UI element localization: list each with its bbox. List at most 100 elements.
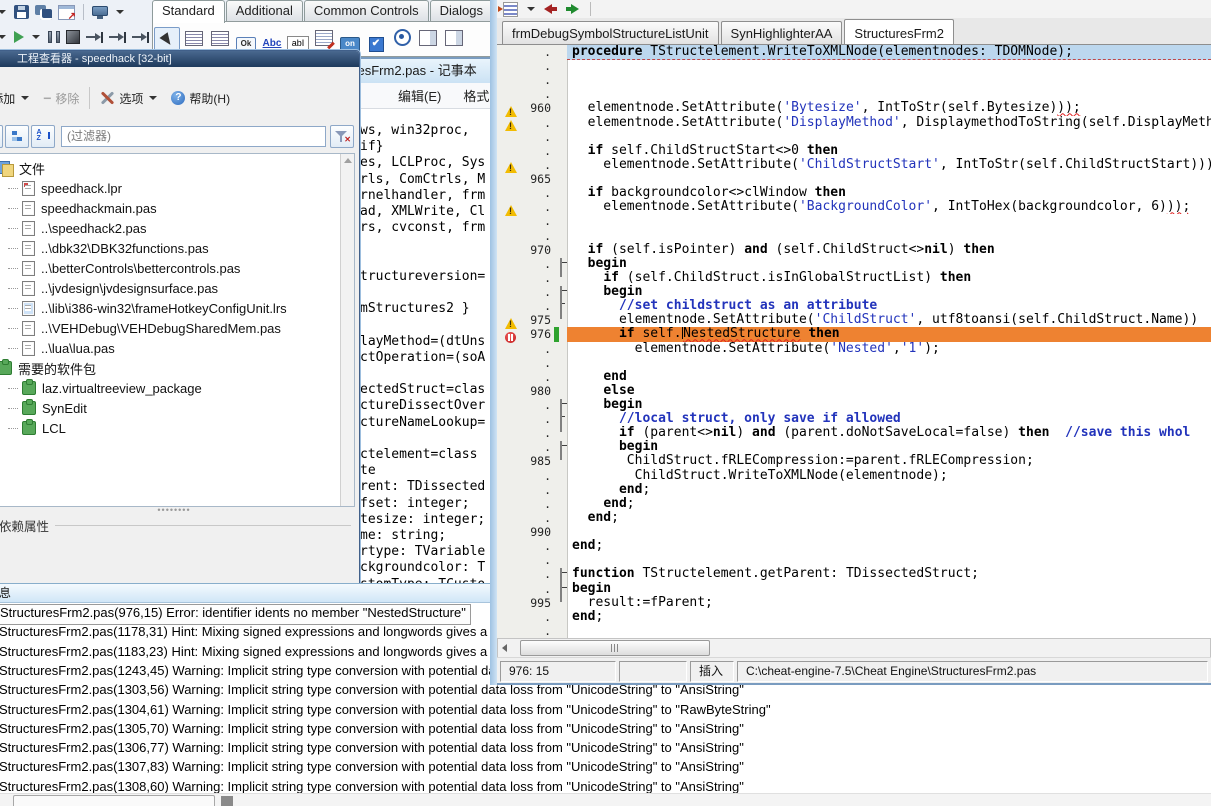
tree-item[interactable]: speedhackmain.pas (8, 198, 157, 218)
step-over-icon[interactable] (86, 31, 103, 44)
code-line-964[interactable]: . elementnode.SetAttribute('ChildStructS… (497, 158, 1211, 172)
palette-tab-dialogs[interactable]: Dialogs (430, 0, 493, 21)
tree-item[interactable]: ..\dbk32\DBK32functions.pas (8, 238, 209, 258)
code-line-990[interactable]: 990 (497, 525, 1211, 539)
chevron-down-icon[interactable] (527, 7, 535, 11)
code-line-986[interactable]: . ChildStruct.WriteToXMLNode(elementnode… (497, 469, 1211, 483)
tree-item[interactable]: ..\betterControls\bettercontrols.pas (8, 258, 240, 278)
code-line-963[interactable]: . if self.ChildStructStart<>0 then (497, 144, 1211, 158)
add-button[interactable]: + 添加 (0, 86, 37, 111)
code-line-995[interactable]: 995 result:=fParent; (497, 596, 1211, 610)
code-line-958[interactable]: . (497, 73, 1211, 87)
code-line-981[interactable]: . begin (497, 398, 1211, 412)
palette-component-memo[interactable] (312, 26, 336, 50)
tree-item[interactable]: ..\lua\lua.pas (8, 338, 115, 358)
tree-item[interactable]: ..\lib\i386-win32\frameHotkeyConfigUnit.… (8, 298, 287, 318)
tree-item[interactable]: SynEdit (8, 398, 87, 418)
code-line-997[interactable]: . (497, 624, 1211, 638)
code-line-969[interactable]: . (497, 229, 1211, 243)
code-line-996[interactable]: .end; (497, 610, 1211, 624)
code-line-991[interactable]: .end; (497, 539, 1211, 553)
message-row[interactable]: StructuresFrm2.pas(1306,77) Warning: Imp… (0, 739, 748, 759)
tree-item[interactable]: speedhack.lpr (8, 178, 122, 198)
code-line-987[interactable]: . end; (497, 483, 1211, 497)
editor-tab-SynHighlighterAA[interactable]: SynHighlighterAA (721, 21, 843, 44)
editor-horizontal-scrollbar[interactable] (497, 638, 1211, 658)
palette-tab-common-controls[interactable]: Common Controls (304, 0, 429, 21)
tree-item[interactable]: ..\speedhack2.pas (8, 218, 147, 238)
messages-horizontal-scrollbar[interactable] (0, 793, 1211, 806)
message-row[interactable]: StructuresFrm2.pas(1243,45) Warning: Imp… (0, 662, 500, 682)
code-editor-area[interactable]: .procedure TStructelement.WriteToXMLNode… (497, 45, 1211, 638)
code-line-971[interactable]: . begin (497, 257, 1211, 271)
code-line-957[interactable]: . (497, 59, 1211, 73)
tree-item[interactable]: laz.virtualtreeview_package (8, 378, 202, 398)
pause-icon[interactable] (48, 31, 60, 43)
code-line-994[interactable]: .begin (497, 582, 1211, 596)
sort-button[interactable]: AZ (31, 125, 55, 148)
code-line-974[interactable]: . //set childstruct as an attribute (497, 299, 1211, 313)
code-line-973[interactable]: . begin (497, 285, 1211, 299)
tree-item[interactable]: LCL (8, 418, 66, 438)
message-row[interactable]: StructuresFrm2.pas(1305,70) Warning: Imp… (0, 720, 748, 740)
palette-tab-additional[interactable]: Additional (226, 0, 303, 21)
jump-back-icon[interactable] (544, 3, 558, 15)
scrollbar-thumb[interactable] (13, 795, 215, 806)
code-line-984[interactable]: . begin (497, 440, 1211, 454)
code-line-956[interactable]: .procedure TStructelement.WriteToXMLNode… (497, 45, 1211, 59)
help-button[interactable]: ? 帮助(H) (165, 86, 236, 111)
palette-component-listbox[interactable] (416, 26, 440, 50)
code-line-962[interactable]: . (497, 130, 1211, 144)
message-row[interactable]: StructuresFrm2.pas(1307,83) Warning: Imp… (0, 758, 748, 778)
code-line-970[interactable]: 970 if (self.isPointer) and (self.ChildS… (497, 243, 1211, 257)
code-line-989[interactable]: . end; (497, 511, 1211, 525)
code-line-965[interactable]: 965 (497, 172, 1211, 186)
code-line-972[interactable]: . if (self.ChildStruct.isInGlobalStructL… (497, 271, 1211, 285)
tree-item[interactable]: 文件 (0, 158, 45, 178)
message-row[interactable]: StructuresFrm2.pas(976,15) Error: identi… (0, 604, 471, 625)
dropdown-icon[interactable] (116, 10, 124, 14)
tree-vertical-scrollbar[interactable] (340, 154, 354, 506)
view-windows-icon[interactable] (92, 6, 108, 19)
palette-component-cursor[interactable] (154, 27, 180, 53)
editor-tab-StructuresFrm2[interactable]: StructuresFrm2 (844, 19, 954, 44)
code-line-967[interactable]: . elementnode.SetAttribute('BackgroundCo… (497, 200, 1211, 214)
message-row[interactable]: StructuresFrm2.pas(1304,61) Warning: Imp… (0, 701, 775, 721)
notepad-menu-item[interactable]: 编辑(E) (398, 86, 441, 105)
dropdown-partial-icon[interactable] (0, 35, 6, 39)
clear-filter-button[interactable] (330, 125, 354, 148)
step-into-icon[interactable] (109, 31, 126, 44)
save-all-icon[interactable] (35, 5, 52, 20)
code-line-968[interactable]: . (497, 214, 1211, 228)
code-line-961[interactable]: . elementnode.SetAttribute('DisplayMetho… (497, 116, 1211, 130)
message-row[interactable]: StructuresFrm2.pas(1178,31) Hint: Mixing… (0, 623, 499, 643)
palette-component-combobox[interactable] (442, 26, 466, 50)
code-line-976[interactable]: 976 if self.NestedStructure then (497, 327, 1211, 341)
palette-component-checkbox[interactable]: ✔ (364, 32, 388, 56)
unit-list-icon[interactable] (503, 2, 518, 17)
toggle-form-unit-icon[interactable] (58, 5, 75, 20)
scrollbar-grip[interactable] (221, 796, 233, 806)
code-line-982[interactable]: . //local struct, only save if allowed (497, 412, 1211, 426)
dropdown-partial-icon[interactable] (0, 10, 6, 14)
code-line-992[interactable]: . (497, 553, 1211, 567)
expand-button[interactable] (0, 125, 3, 148)
palette-tab-standard[interactable]: Standard (152, 0, 225, 23)
code-line-983[interactable]: . if (parent<>nil) and (parent.doNotSave… (497, 426, 1211, 440)
code-line-959[interactable]: . (497, 87, 1211, 101)
code-line-978[interactable]: . (497, 356, 1211, 370)
stop-icon[interactable] (66, 30, 80, 44)
splitter-handle[interactable]: •••••••• (0, 507, 359, 513)
tree-item[interactable]: ..\VEHDebug\VEHDebugSharedMem.pas (8, 318, 281, 338)
code-line-975[interactable]: 975 elementnode.SetAttribute('ChildStruc… (497, 313, 1211, 327)
save-icon[interactable] (14, 5, 29, 19)
code-line-980[interactable]: 980 else (497, 384, 1211, 398)
palette-component-radiobutton[interactable] (390, 25, 414, 49)
jump-forward-icon[interactable] (565, 3, 579, 15)
message-row[interactable]: StructuresFrm2.pas(1183,23) Hint: Mixing… (0, 643, 499, 663)
filter-input[interactable]: (过滤器) (61, 126, 326, 147)
scroll-left-arrow-icon[interactable] (502, 644, 507, 652)
step-out-icon[interactable] (132, 31, 149, 44)
run-icon[interactable] (14, 31, 24, 43)
palette-component-mainmenu[interactable] (182, 26, 206, 50)
